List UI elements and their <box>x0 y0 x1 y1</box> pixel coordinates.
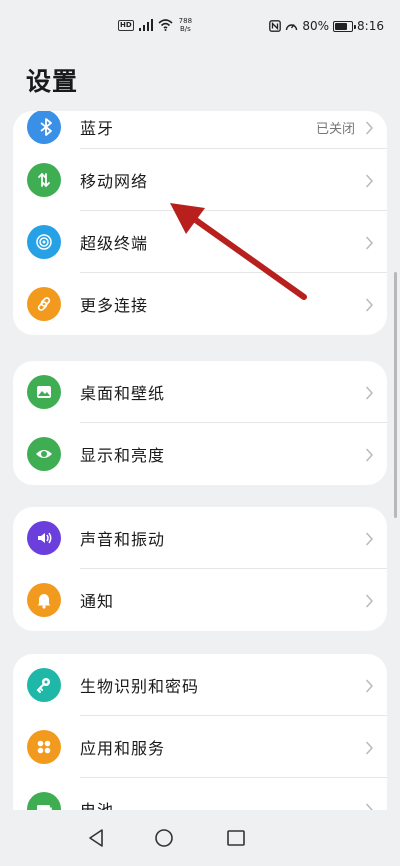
settings-item[interactable]: 显示和亮度 <box>13 423 387 485</box>
back-button[interactable] <box>82 824 110 852</box>
navigation-bar <box>0 810 400 866</box>
chevron-right-icon <box>365 740 374 755</box>
settings-item[interactable]: 应用和服务 <box>13 716 387 778</box>
settings-item[interactable]: 电池 <box>13 778 387 810</box>
clock: 8:16 <box>357 19 384 33</box>
home-button[interactable] <box>150 824 178 852</box>
mobile-network-icon <box>27 163 61 197</box>
chevron-right-icon <box>365 173 374 188</box>
bell-icon <box>27 583 61 617</box>
recents-icon <box>227 830 245 846</box>
settings-item-label: 更多连接 <box>80 296 149 315</box>
settings-item-label: 通知 <box>80 592 115 611</box>
settings-item[interactable]: 移动网络 <box>13 149 387 211</box>
chevron-right-icon <box>365 235 374 250</box>
bluetooth-icon <box>27 111 61 144</box>
sound-icon <box>27 521 61 555</box>
chevron-right-icon <box>365 120 374 135</box>
chevron-right-icon <box>365 385 374 400</box>
nfc-icon <box>269 20 282 32</box>
status-right: 80% 8:16 <box>269 19 384 33</box>
eye-icon <box>27 437 61 471</box>
wallpaper-icon <box>27 375 61 409</box>
settings-item[interactable]: 桌面和壁纸 <box>13 361 387 423</box>
settings-item-value: 已关闭 <box>315 121 355 137</box>
link-icon <box>27 287 61 321</box>
settings-item[interactable]: 声音和振动 <box>13 507 387 569</box>
settings-card: 蓝牙 已关闭移动网络超级终端更多连接 <box>13 111 387 335</box>
wifi-icon <box>158 19 173 31</box>
battery-percent: 80% <box>302 19 330 33</box>
status-left: HD 788 B/s <box>118 17 192 33</box>
settings-item[interactable]: 蓝牙 已关闭 <box>13 111 387 149</box>
battery-fill <box>335 22 348 30</box>
chevron-right-icon <box>365 678 374 693</box>
page-title: 设置 <box>26 67 79 96</box>
back-icon <box>89 829 103 847</box>
settings-item[interactable]: 生物识别和密码 <box>13 654 387 716</box>
network-speed: 788 B/s <box>178 17 193 33</box>
chevron-right-icon <box>365 531 374 546</box>
status-bar: HD 788 B/s 80% 8:16 <box>0 0 400 52</box>
scrollbar[interactable] <box>394 272 397 518</box>
super-device-icon <box>27 225 61 259</box>
battery-status-icon <box>333 20 357 32</box>
signal-icon <box>138 19 153 31</box>
settings-item[interactable]: 超级终端 <box>13 211 387 273</box>
settings-item-label: 蓝牙 <box>80 119 115 138</box>
settings-item-label: 声音和振动 <box>80 530 166 549</box>
chevron-right-icon <box>365 297 374 312</box>
chevron-right-icon <box>365 447 374 462</box>
settings-card: 生物识别和密码应用和服务电池 <box>13 654 387 810</box>
speedometer-icon <box>286 24 298 31</box>
settings-card: 桌面和壁纸显示和亮度 <box>13 361 387 485</box>
settings-item-label: 超级终端 <box>80 234 149 253</box>
hd-badge: HD <box>118 19 134 31</box>
settings-item-label: 电池 <box>80 797 114 810</box>
settings-item-label: 移动网络 <box>80 172 149 191</box>
settings-item[interactable]: 通知 <box>13 569 387 631</box>
recents-button[interactable] <box>222 824 250 852</box>
chevron-right-icon <box>365 593 374 608</box>
settings-item-label: 显示和亮度 <box>80 446 166 465</box>
chevron-right-icon <box>365 802 374 810</box>
apps-icon <box>27 730 61 764</box>
settings-item-label: 生物识别和密码 <box>80 677 200 696</box>
battery-icon <box>27 792 61 810</box>
settings-item[interactable]: 更多连接 <box>13 273 387 335</box>
home-icon <box>155 829 173 847</box>
settings-item-label: 应用和服务 <box>80 739 166 758</box>
settings-card: 声音和振动 通知 <box>13 507 387 631</box>
settings-item-label: 桌面和壁纸 <box>80 384 166 403</box>
key-icon <box>27 668 61 702</box>
